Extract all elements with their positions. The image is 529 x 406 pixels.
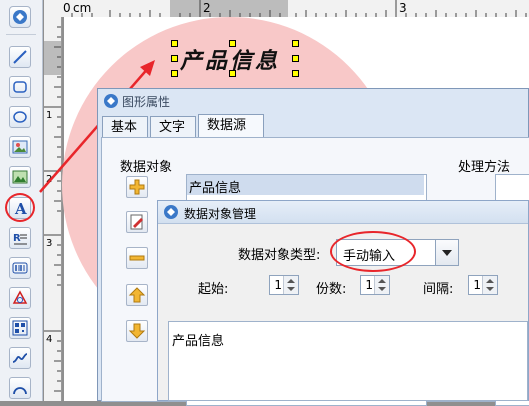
interval-label: 间隔: bbox=[423, 282, 454, 297]
dropdown-button[interactable] bbox=[435, 240, 458, 265]
content-textarea[interactable]: 产品信息 bbox=[168, 321, 528, 401]
processing-method-label: 处理方法 bbox=[458, 160, 511, 175]
list-item[interactable]: 产品信息 bbox=[187, 175, 424, 196]
edit-data-object-button[interactable] bbox=[126, 211, 148, 233]
start-label: 起始: bbox=[198, 282, 229, 297]
chevron-down-icon bbox=[442, 250, 452, 256]
arrow-up-icon bbox=[128, 287, 146, 303]
stepper-arrows[interactable] bbox=[482, 276, 497, 294]
type-select-highlight bbox=[330, 231, 416, 272]
copies-stepper[interactable]: 1 bbox=[360, 275, 390, 295]
dialog-titlebar: 数据对象管理 bbox=[158, 201, 528, 224]
content-text: 产品信息 bbox=[172, 334, 225, 349]
arrow-down-icon bbox=[128, 323, 146, 339]
app-logo-icon bbox=[104, 94, 118, 108]
tab-data-source[interactable]: 数据源 bbox=[198, 114, 264, 137]
interval-value: 1 bbox=[473, 278, 481, 292]
data-object-management-dialog: 数据对象管理 数据对象类型: 手动输入 起始: 1 份数: 1 间隔: 1 产品… bbox=[157, 200, 529, 401]
dialog-title: 数据对象管理 bbox=[184, 207, 257, 221]
add-data-object-button[interactable] bbox=[126, 176, 148, 198]
tab-text[interactable]: 文字 bbox=[150, 116, 196, 137]
move-down-button[interactable] bbox=[126, 320, 148, 342]
copies-label: 份数: bbox=[316, 282, 347, 297]
data-objects-label: 数据对象 bbox=[120, 160, 173, 175]
stepper-arrows[interactable] bbox=[283, 276, 298, 294]
minus-icon bbox=[129, 255, 145, 261]
plus-icon bbox=[129, 179, 145, 195]
dialog-titlebar: 图形属性 bbox=[98, 89, 528, 113]
data-object-type-label: 数据对象类型: bbox=[238, 248, 321, 263]
start-stepper[interactable]: 1 bbox=[269, 275, 299, 295]
start-value: 1 bbox=[274, 278, 282, 292]
copies-value: 1 bbox=[365, 278, 373, 292]
stepper-arrows[interactable] bbox=[374, 276, 389, 294]
tab-basic[interactable]: 基本 bbox=[102, 116, 148, 137]
dialog-title: 图形属性 bbox=[122, 95, 171, 109]
interval-stepper[interactable]: 1 bbox=[468, 275, 498, 295]
edit-pencil-icon bbox=[130, 214, 143, 230]
remove-data-object-button[interactable] bbox=[126, 247, 148, 269]
move-up-button[interactable] bbox=[126, 284, 148, 306]
list-item-label: 产品信息 bbox=[189, 181, 242, 196]
app-logo-icon bbox=[164, 205, 178, 219]
